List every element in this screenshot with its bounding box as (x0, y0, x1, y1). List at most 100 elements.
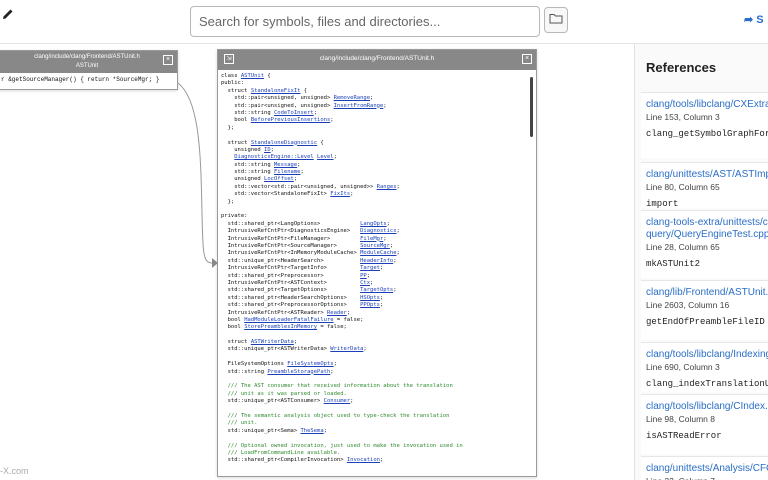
symbol-link[interactable]: Filename (274, 169, 301, 175)
reference-path[interactable]: clang/unittests/AST/ASTImpo (646, 169, 768, 181)
node-header: ⇲ clang/include/clang/Frontend/ASTUnit.h… (218, 50, 536, 70)
close-icon[interactable]: × (522, 54, 532, 64)
node-astunit-class[interactable]: ⇲ clang/include/clang/Frontend/ASTUnit.h… (217, 49, 537, 477)
symbol-link[interactable]: ASTWriterData (251, 339, 294, 345)
code-text: ; (379, 265, 384, 272)
symbol-link[interactable]: TargetOpts (360, 287, 393, 293)
code-text: std::shared_ptr<Preprocessor> (221, 272, 361, 279)
symbol-link[interactable]: InsertFromRange (334, 103, 384, 109)
symbol-link[interactable]: SourceMgr (360, 243, 390, 249)
reference-snippet: mkASTUnit2 (646, 259, 701, 269)
code-text: IntrusiveRefCntPtr<InMemoryModuleCache> (221, 250, 361, 257)
code-text: ; (333, 361, 337, 368)
symbol-link[interactable]: Target (360, 265, 380, 271)
symbol-link[interactable]: HeaderInfo (360, 258, 393, 264)
symbol-link[interactable]: FixIts (330, 191, 350, 197)
code-text: std::string (221, 368, 268, 375)
symbol-link[interactable]: TheSema (300, 428, 323, 434)
symbol-link[interactable]: Message (274, 162, 297, 168)
symbol-link[interactable]: DiagnosticsEngine::Level (234, 154, 313, 160)
symbol-link[interactable]: PPOpts (360, 302, 380, 308)
symbol-link[interactable]: Level (317, 154, 334, 160)
code-text: unsigned (221, 176, 265, 183)
symbol-link[interactable]: BeforePreviousInsertions (251, 117, 330, 123)
symbol-link[interactable]: ID (264, 147, 271, 153)
symbol-link[interactable]: HSOpts (360, 295, 380, 301)
watermark: -X.com (0, 466, 29, 476)
code-text: std::unique_ptr<Sema> (221, 427, 301, 434)
symbol-link[interactable]: CodeToInsert (274, 110, 314, 116)
code-line: bool StorePreamblesInMemory = false; (221, 324, 527, 331)
node-astunit-method[interactable]: clang/include/clang/Frontend/ASTUnit.h A… (0, 50, 178, 90)
reference-item[interactable]: clang-tools-extra/unittests/c query/Query… (641, 210, 768, 278)
open-file-icon[interactable]: ⇲ (224, 54, 234, 64)
folder-button[interactable] (544, 7, 568, 33)
symbol-link[interactable]: ASTUnit (241, 73, 264, 79)
references-panel: References clang/tools/libclang/CXExtra L… (634, 44, 768, 480)
scrollbar[interactable] (530, 77, 533, 137)
code-view: class ASTUnit {public: struct Standalone… (221, 73, 527, 473)
symbol-link[interactable]: Reader (327, 310, 347, 316)
reference-path[interactable]: clang/tools/libclang/Indexing (646, 349, 768, 361)
reference-path-cont[interactable]: query/QueryEngineTest.cpp (646, 229, 768, 241)
pencil-icon[interactable] (2, 8, 16, 24)
code-line: std::shared_ptr<TargetOptions> TargetOpt… (221, 287, 527, 294)
code-text: std::unique_ptr<ASTConsumer> (221, 398, 324, 405)
symbol-link[interactable]: LocOffset (264, 176, 294, 182)
code-text: std::string (221, 161, 274, 168)
reference-item[interactable]: clang/tools/libclang/Indexing Line 690, C… (641, 342, 768, 392)
symbol-link[interactable]: Ctx (360, 280, 370, 286)
code-line: std::shared_ptr<CompilerInvocation> Invo… (221, 457, 527, 464)
code-line: std::shared_ptr<HeaderSearchOptions> HSO… (221, 295, 527, 302)
symbol-link[interactable]: StorePreamblesInMemory (244, 324, 317, 330)
symbol-link[interactable]: Ranges (377, 184, 397, 190)
reference-item[interactable]: clang/tools/libclang/CIndex.c Line 98, Co… (641, 394, 768, 454)
symbol-link[interactable]: ModuleCache (360, 250, 396, 256)
search-input[interactable] (190, 6, 540, 37)
symbol-link[interactable]: RemoveRange (334, 95, 370, 101)
code-line: struct ASTWriterData; (221, 339, 527, 346)
graph-canvas[interactable]: clang/include/clang/Frontend/ASTUnit.h A… (0, 44, 634, 480)
close-icon[interactable]: × (163, 55, 173, 65)
code-text: ; (393, 257, 397, 264)
reference-path[interactable]: clang/tools/libclang/CXExtra (646, 99, 768, 111)
code-text: std::shared_ptr<TargetOptions> (221, 287, 361, 294)
code-text: IntrusiveRefCntPtr<SourceManager> (221, 242, 361, 249)
code-line: struct StandaloneDiagnostic { (221, 140, 527, 147)
code-text: ; (396, 228, 400, 235)
symbol-link[interactable]: LangOpts (360, 221, 387, 227)
symbol-link[interactable]: Invocation (347, 457, 380, 463)
symbol-link[interactable]: WriterData (330, 346, 363, 352)
code-comment: /// unit. (221, 420, 258, 427)
reference-path[interactable]: clang/unittests/Analysis/CFG (646, 463, 768, 475)
symbol-link[interactable]: PreambleStoragePath (267, 369, 330, 375)
reference-item[interactable]: clang/unittests/Analysis/CFGLine 22, Col… (641, 456, 768, 480)
code-text: std::vector<std::pair<unsigned, unsigned… (221, 183, 377, 190)
code-text: ; (366, 272, 371, 279)
code-text: ; (393, 287, 397, 294)
reference-path[interactable]: clang/lib/Frontend/ASTUnit.c (646, 287, 768, 299)
reference-item[interactable]: clang/tools/libclang/CXExtra Line 153, Co… (641, 92, 768, 158)
code-comment: /// Optional owned invocation, just used… (221, 442, 463, 449)
top-bar: ➦ S (0, 0, 768, 44)
reference-snippet: clang_indexTranslationU (646, 379, 768, 389)
code-text: private: (221, 213, 248, 220)
reference-path[interactable]: clang-tools-extra/unittests/c (646, 217, 768, 229)
symbol-link[interactable]: FileSystemOpts (287, 361, 333, 367)
symbol-link[interactable]: Diagnostics (360, 228, 396, 234)
symbol-link[interactable]: FileMgr (360, 236, 383, 242)
reference-path[interactable]: clang/tools/libclang/CIndex.c (646, 401, 768, 413)
symbol-link[interactable]: StandaloneFixIt (251, 88, 301, 94)
reference-item[interactable]: clang/lib/Frontend/ASTUnit.c Line 2603, C… (641, 280, 768, 340)
share-button[interactable]: ➦ S (744, 13, 764, 29)
reference-item[interactable]: clang/unittests/AST/ASTImpo Line 80, Colu… (641, 162, 768, 209)
symbol-link[interactable]: StandaloneDiagnostic (251, 140, 317, 146)
share-label: S (756, 14, 764, 26)
symbol-link[interactable]: Consumer (324, 398, 351, 404)
symbol-link[interactable]: PP (360, 273, 367, 279)
code-text: = false; (317, 324, 347, 331)
code-text: ; (379, 294, 384, 301)
symbol-link[interactable]: HadModuleLoaderFatalFailure (244, 317, 333, 323)
code-line: std::vector<StandaloneFixIt> FixIts; (221, 191, 527, 198)
